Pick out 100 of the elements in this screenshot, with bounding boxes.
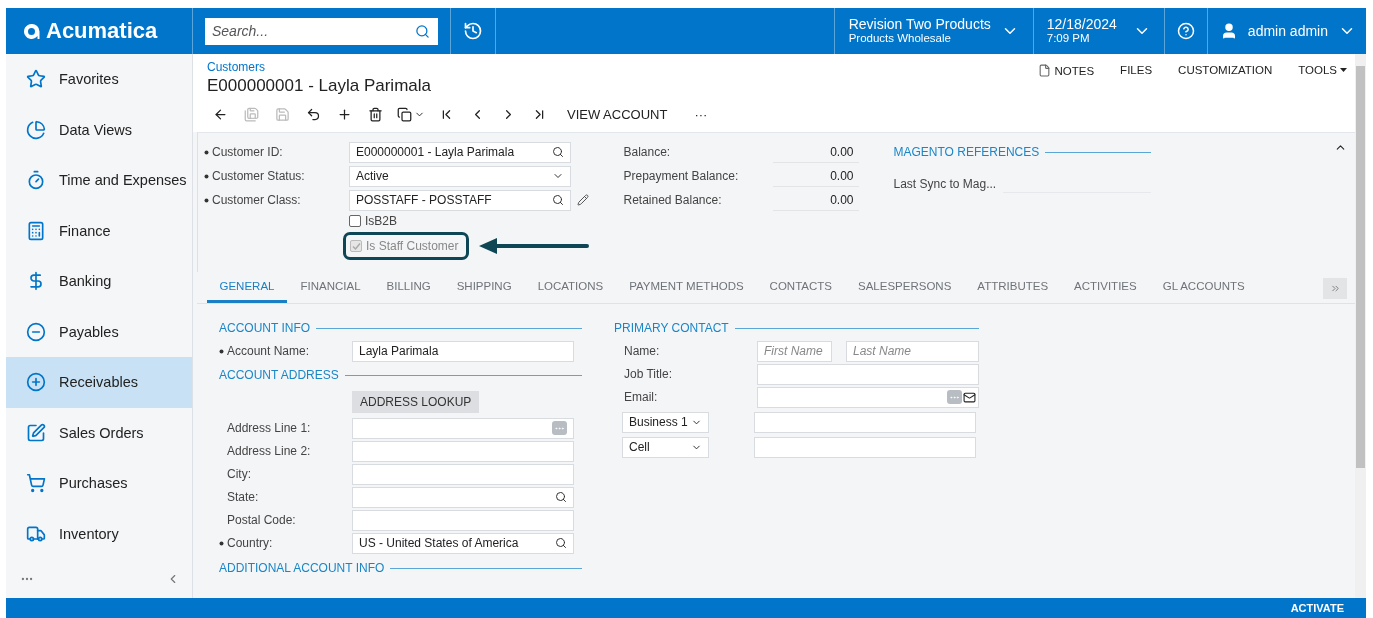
sidebar-item[interactable]: Time and Expenses xyxy=(6,155,192,206)
logo-icon xyxy=(23,22,40,40)
input-field[interactable]: US - United States of America xyxy=(352,532,574,554)
minus-circle-icon xyxy=(26,321,46,342)
header-link[interactable]: NOTES xyxy=(1038,64,1095,77)
input-field[interactable]: E000000001 - Layla Parimala xyxy=(349,141,571,163)
field-label: Last Sync to Mag... xyxy=(893,177,998,191)
trash-icon xyxy=(368,106,383,122)
history-icon[interactable] xyxy=(463,21,483,41)
input-field[interactable] xyxy=(352,509,574,531)
field-label: Address Line 2: xyxy=(226,444,312,458)
required-marker-icon xyxy=(219,540,224,546)
help-icon[interactable] xyxy=(1176,22,1195,40)
tab[interactable]: SHIPPING xyxy=(444,272,525,303)
input-field[interactable] xyxy=(352,463,574,485)
tab[interactable]: ACTIVITIES xyxy=(1061,272,1150,303)
tab[interactable]: GL ACCOUNTS xyxy=(1150,272,1258,303)
sidebar-item[interactable]: Sales Orders xyxy=(6,407,192,458)
caret-icon xyxy=(1340,68,1347,72)
input-field[interactable] xyxy=(352,417,574,439)
sidebar-item[interactable]: Receivables xyxy=(6,357,192,408)
input-field[interactable] xyxy=(754,411,976,433)
checkbox-label: Is Staff Customer xyxy=(366,239,459,253)
required-marker-icon xyxy=(219,348,224,354)
field-label: Retained Balance: xyxy=(623,193,723,207)
sidebar-item[interactable]: Favorites xyxy=(6,54,192,105)
header-link[interactable]: FILES xyxy=(1120,64,1153,76)
user-menu[interactable]: admin admin xyxy=(1207,8,1366,54)
sidebar-item[interactable]: Payables xyxy=(6,306,192,357)
scrollbar[interactable] xyxy=(1355,54,1366,598)
address-lookup-button[interactable]: ADDRESS LOOKUP xyxy=(352,391,480,413)
phone-type-select[interactable]: Cell xyxy=(622,436,709,458)
sidebar-item[interactable]: Inventory xyxy=(6,508,192,559)
section-header: MAGENTO REFERENCES xyxy=(893,142,1152,162)
sidebar-item[interactable]: Finance xyxy=(6,205,192,256)
tab[interactable]: CONTACTS xyxy=(757,272,845,303)
search-icon[interactable] xyxy=(555,491,567,503)
search-icon[interactable] xyxy=(552,194,564,206)
field-label: Customer Class: xyxy=(204,193,349,207)
tab[interactable]: PAYMENT METHODS xyxy=(616,272,757,303)
input-field[interactable]: First Name xyxy=(757,340,832,362)
field-label: Address Line 1: xyxy=(226,421,312,435)
page-title: E000000001 - Layla Parimala xyxy=(207,76,432,96)
cart-icon xyxy=(26,473,46,494)
field-label: Job Title: xyxy=(624,367,674,381)
brand-name: Acumatica xyxy=(46,18,158,44)
tab[interactable]: BILLING xyxy=(374,272,444,303)
field-label: City: xyxy=(226,467,252,481)
input-field[interactable] xyxy=(757,386,979,408)
input-field[interactable] xyxy=(352,440,574,462)
copy-icon xyxy=(397,106,412,122)
pencil-icon[interactable] xyxy=(577,194,589,206)
input-field[interactable] xyxy=(754,436,976,458)
balance-value: 0.00 xyxy=(773,141,860,163)
required-marker-icon xyxy=(204,149,209,155)
toolbar-button[interactable]: VIEW ACCOUNT xyxy=(563,102,672,126)
search-icon[interactable] xyxy=(552,146,564,158)
required-marker-icon xyxy=(204,173,209,179)
breadcrumb-link[interactable]: Customers xyxy=(207,60,721,74)
input-field[interactable]: Layla Parimala xyxy=(352,340,574,362)
input-field[interactable] xyxy=(757,363,979,385)
header-link[interactable]: CUSTOMIZATION xyxy=(1178,64,1273,76)
field-label: Prepayment Balance: xyxy=(623,169,740,183)
input-field[interactable] xyxy=(352,486,574,508)
activate-button[interactable]: ACTIVATE xyxy=(1290,602,1344,614)
mail-icon[interactable] xyxy=(963,390,976,404)
input-field[interactable]: Last Name xyxy=(846,340,979,362)
header-link[interactable]: TOOLS xyxy=(1298,64,1347,76)
toolbar-button[interactable]: ··· xyxy=(687,102,715,126)
phone-type-select[interactable]: Business 1 xyxy=(622,411,709,433)
search-icon[interactable] xyxy=(415,23,430,39)
field-label: Email: xyxy=(624,390,659,404)
field-label: Country: xyxy=(219,536,352,550)
stopwatch-icon xyxy=(26,170,46,191)
plus-circle-icon xyxy=(26,372,46,393)
field-label: Customer ID: xyxy=(204,145,349,159)
field-label: Postal Code: xyxy=(226,513,297,527)
input-field[interactable]: Active xyxy=(349,165,571,187)
balance-value: 0.00 xyxy=(773,189,860,211)
undo-icon xyxy=(306,106,321,122)
floppy-disk-icon xyxy=(244,106,259,122)
checkbox-label: IsB2B xyxy=(365,214,397,228)
input-field[interactable]: POSSTAFF - POSSTAFF xyxy=(349,189,571,211)
tab[interactable]: LOCATIONS xyxy=(525,272,616,303)
tab[interactable]: FINANCIAL xyxy=(287,272,374,303)
field-label: Customer Status: xyxy=(204,169,349,183)
sidebar-item[interactable]: Data Views xyxy=(6,104,192,155)
search-field[interactable]: Search... xyxy=(205,17,438,45)
double-chevron-icon xyxy=(1329,283,1341,294)
tab[interactable]: ATTRIBUTES xyxy=(964,272,1061,303)
sidebar-item[interactable]: Purchases xyxy=(6,458,192,509)
tab[interactable]: GENERAL xyxy=(207,272,287,303)
sidebar-item[interactable]: Banking xyxy=(6,256,192,307)
search-icon[interactable] xyxy=(555,537,567,549)
section-header: ACCOUNT ADDRESS xyxy=(219,365,582,385)
section-header: ADDITIONAL ACCOUNT INFO xyxy=(219,558,582,578)
field-label: Name: xyxy=(624,344,661,358)
checkbox[interactable] xyxy=(349,215,361,227)
tab[interactable]: SALESPERSONS xyxy=(845,272,964,303)
required-marker-icon xyxy=(204,197,209,203)
